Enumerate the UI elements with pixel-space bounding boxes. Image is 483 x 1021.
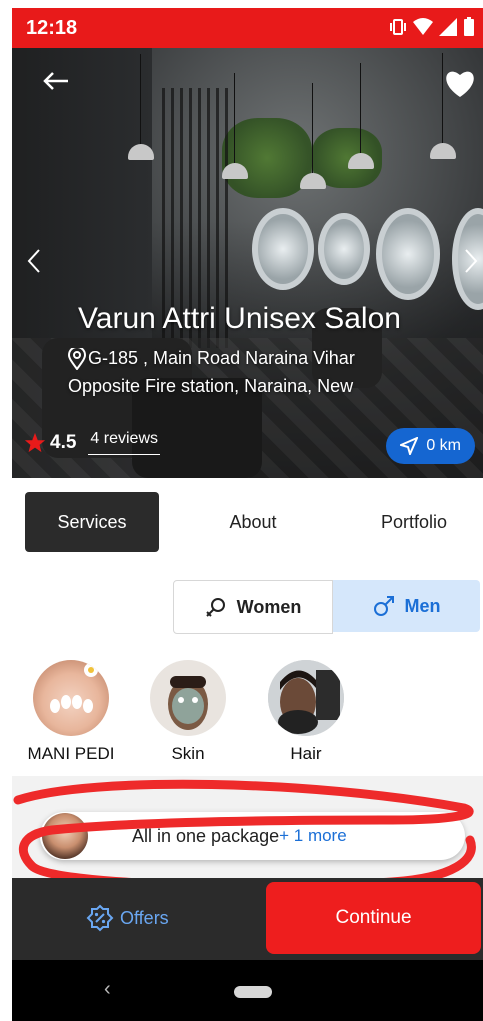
tab-about[interactable]: About	[198, 492, 308, 552]
system-back-icon[interactable]: ‹	[104, 978, 111, 1001]
address-line1: G-185 , Main Road Naraina Vihar	[88, 348, 355, 368]
phone-screen: 12:18 Varun Attri Unisex Salon G-185 , M…	[12, 8, 483, 1021]
category-label: Hair	[290, 744, 322, 763]
male-icon	[373, 596, 394, 616]
package-label: All in one package	[132, 825, 280, 846]
continue-button[interactable]: Continue	[266, 882, 481, 954]
back-arrow-icon[interactable]	[42, 70, 70, 92]
rating-value: 4.5	[50, 431, 77, 453]
face-mask-photo-icon	[150, 660, 226, 736]
category-skin[interactable]: Skin	[133, 660, 243, 764]
female-icon	[205, 598, 225, 617]
battery-icon	[464, 17, 474, 36]
status-time: 12:18	[26, 17, 78, 39]
navigation-icon	[400, 437, 419, 455]
bottom-action-bar: Offers Continue	[12, 878, 483, 960]
discount-badge-icon	[86, 904, 114, 932]
reviews-link[interactable]: 4 reviews	[88, 430, 160, 455]
system-navigation-bar: ‹	[12, 960, 483, 1021]
salon-address: G-185 , Main Road Naraina Vihar Opposite…	[68, 344, 468, 400]
category-label: Skin	[171, 744, 205, 763]
chevron-left-icon[interactable]	[26, 248, 42, 274]
nails-photo-icon	[33, 660, 109, 736]
location-pin-icon	[68, 348, 86, 371]
tab-services[interactable]: Services	[25, 492, 159, 552]
category-hair[interactable]: Hair	[251, 660, 361, 764]
chevron-right-icon[interactable]	[463, 248, 479, 274]
men-filter-button[interactable]: Men	[333, 580, 480, 632]
men-label: Men	[404, 595, 441, 616]
haircut-photo-icon	[268, 660, 344, 736]
distance-value: 0 km	[426, 437, 461, 454]
package-more-link[interactable]: + 1 more	[279, 826, 347, 846]
signal-icon	[439, 18, 457, 36]
vibrate-icon	[390, 19, 406, 35]
women-filter-button[interactable]: Women	[173, 580, 333, 634]
system-home-pill[interactable]	[234, 986, 272, 998]
offers-button[interactable]: Offers	[86, 904, 169, 932]
status-icons	[389, 17, 475, 37]
tab-portfolio[interactable]: Portfolio	[362, 492, 466, 552]
status-bar: 12:18	[12, 8, 483, 48]
salon-name: Varun Attri Unisex Salon	[78, 302, 401, 335]
category-mani-pedi[interactable]: MANI PEDI	[16, 660, 126, 764]
package-card[interactable]: All in one package + 1 more	[40, 812, 465, 860]
wifi-icon	[413, 18, 433, 35]
package-section: All in one package + 1 more	[12, 776, 483, 878]
offers-label: Offers	[120, 907, 169, 928]
rating: 4.5 4 reviews	[24, 430, 160, 455]
distance-button[interactable]: 0 km	[386, 428, 475, 464]
category-label: MANI PEDI	[27, 744, 115, 763]
star-icon	[24, 432, 46, 452]
women-label: Women	[236, 596, 302, 617]
address-line2: Opposite Fire station, Naraina, New	[68, 376, 354, 396]
avatar	[42, 813, 88, 859]
hero-image-carousel[interactable]: Varun Attri Unisex Salon G-185 , Main Ro…	[12, 48, 483, 478]
heart-icon[interactable]	[443, 68, 477, 98]
tabs: Services About Portfolio	[12, 478, 483, 578]
